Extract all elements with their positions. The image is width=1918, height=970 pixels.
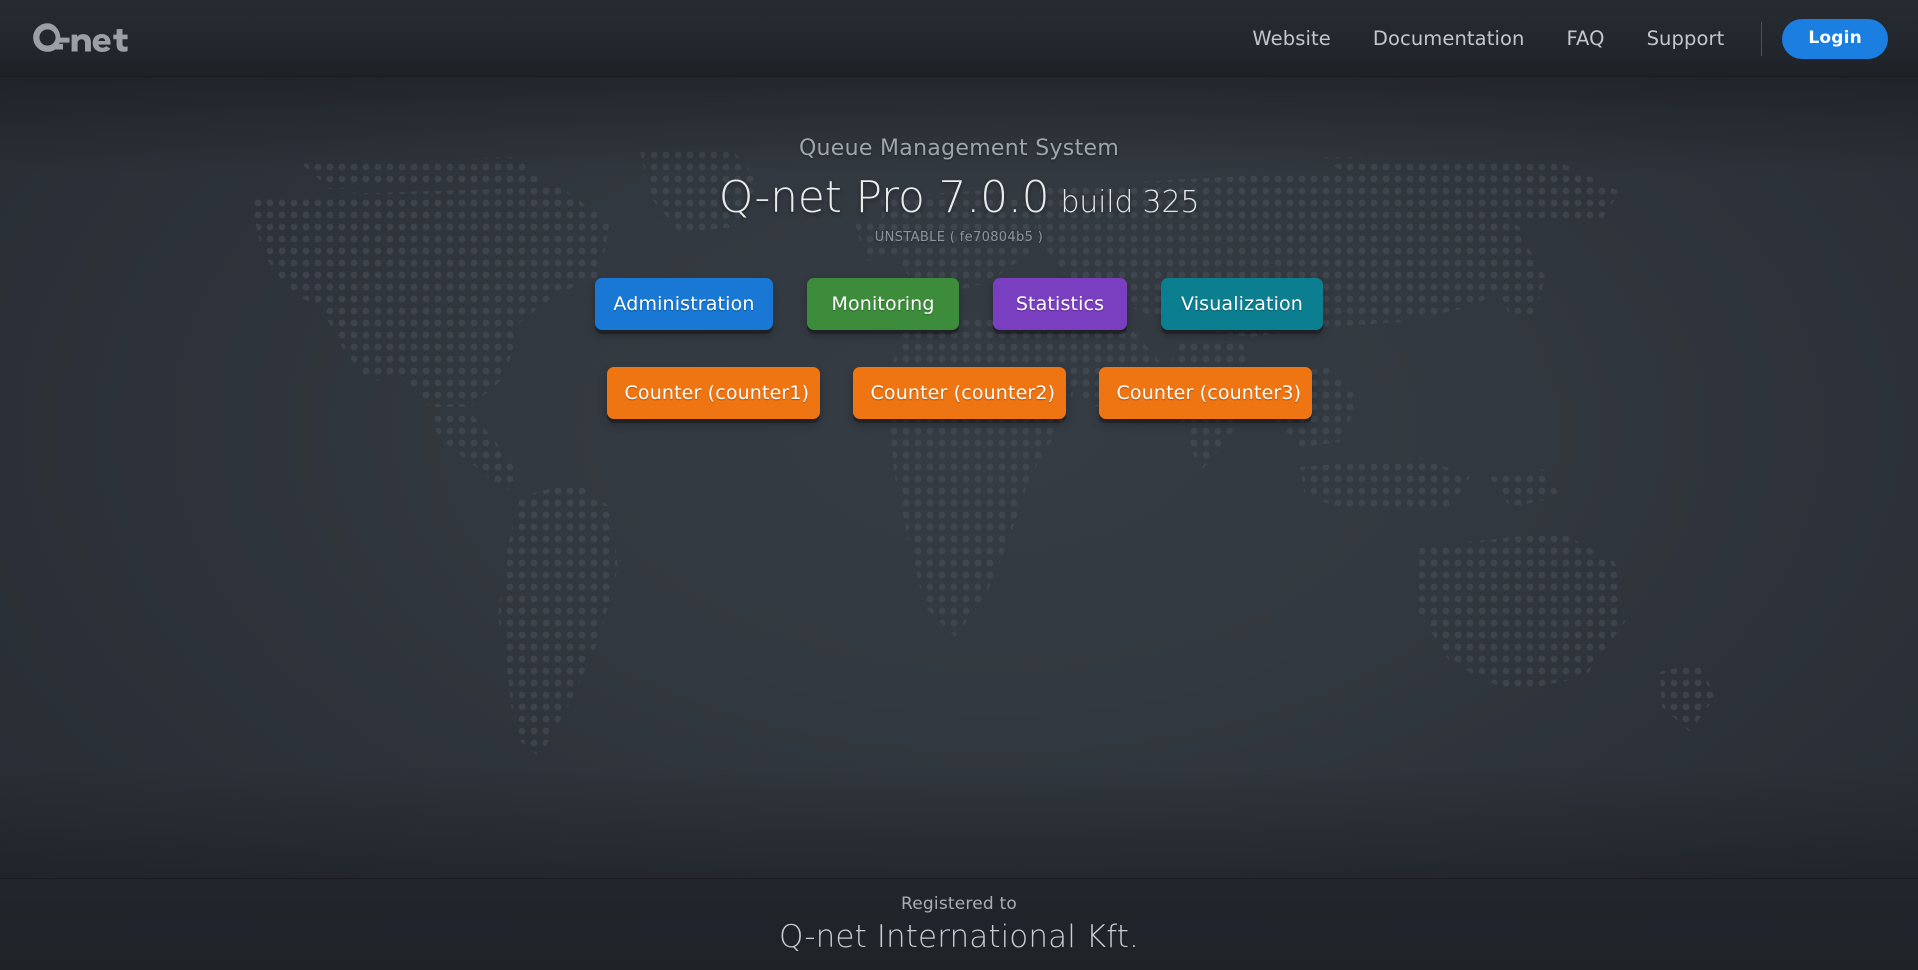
top-header-bar: Website Documentation FAQ Support Login xyxy=(0,0,1918,77)
hero-content: Queue Management System Q-net Pro 7.0.0 … xyxy=(0,77,1918,878)
hero-subtitle: Queue Management System xyxy=(798,136,1120,161)
header-navigation: Website Documentation FAQ Support Login xyxy=(1231,0,1888,77)
nav-link-website[interactable]: Website xyxy=(1231,21,1351,56)
module-button-monitoring[interactable]: Monitoring xyxy=(807,278,959,331)
registered-company-name: Q-net International Kft. xyxy=(779,919,1139,955)
counter-buttons-row: Counter (counter1) Counter (counter2) Co… xyxy=(606,367,1312,420)
product-name-version: Q-net Pro 7.0.0 xyxy=(718,172,1050,223)
build-hash-label: UNSTABLE ( fe70804b5 ) xyxy=(874,230,1044,246)
nav-divider xyxy=(1761,21,1763,56)
module-button-administration[interactable]: Administration xyxy=(595,278,773,331)
page-title: Q-net Pro 7.0.0 build 325 xyxy=(718,172,1200,223)
nav-link-documentation[interactable]: Documentation xyxy=(1352,21,1546,56)
qnet-landing-page: Website Documentation FAQ Support Login xyxy=(0,0,1918,970)
module-button-visualization[interactable]: Visualization xyxy=(1161,278,1323,331)
build-number: build 325 xyxy=(1060,185,1200,220)
counter-button-counter2[interactable]: Counter (counter2) xyxy=(852,367,1066,420)
registered-to-label: Registered to xyxy=(901,894,1017,914)
login-button[interactable]: Login xyxy=(1782,18,1888,59)
nav-link-support[interactable]: Support xyxy=(1626,21,1746,56)
module-button-statistics[interactable]: Statistics xyxy=(993,278,1127,331)
counter-button-counter1[interactable]: Counter (counter1) xyxy=(606,367,820,420)
hero-stage: Queue Management System Q-net Pro 7.0.0 … xyxy=(0,77,1918,878)
module-buttons-row: Administration Monitoring Statistics Vis… xyxy=(595,278,1323,331)
counter-button-counter3[interactable]: Counter (counter3) xyxy=(1098,367,1312,420)
footer-bar: Registered to Q-net International Kft. xyxy=(0,878,1918,970)
qnet-logo[interactable] xyxy=(30,17,140,59)
nav-link-faq[interactable]: FAQ xyxy=(1546,21,1626,56)
